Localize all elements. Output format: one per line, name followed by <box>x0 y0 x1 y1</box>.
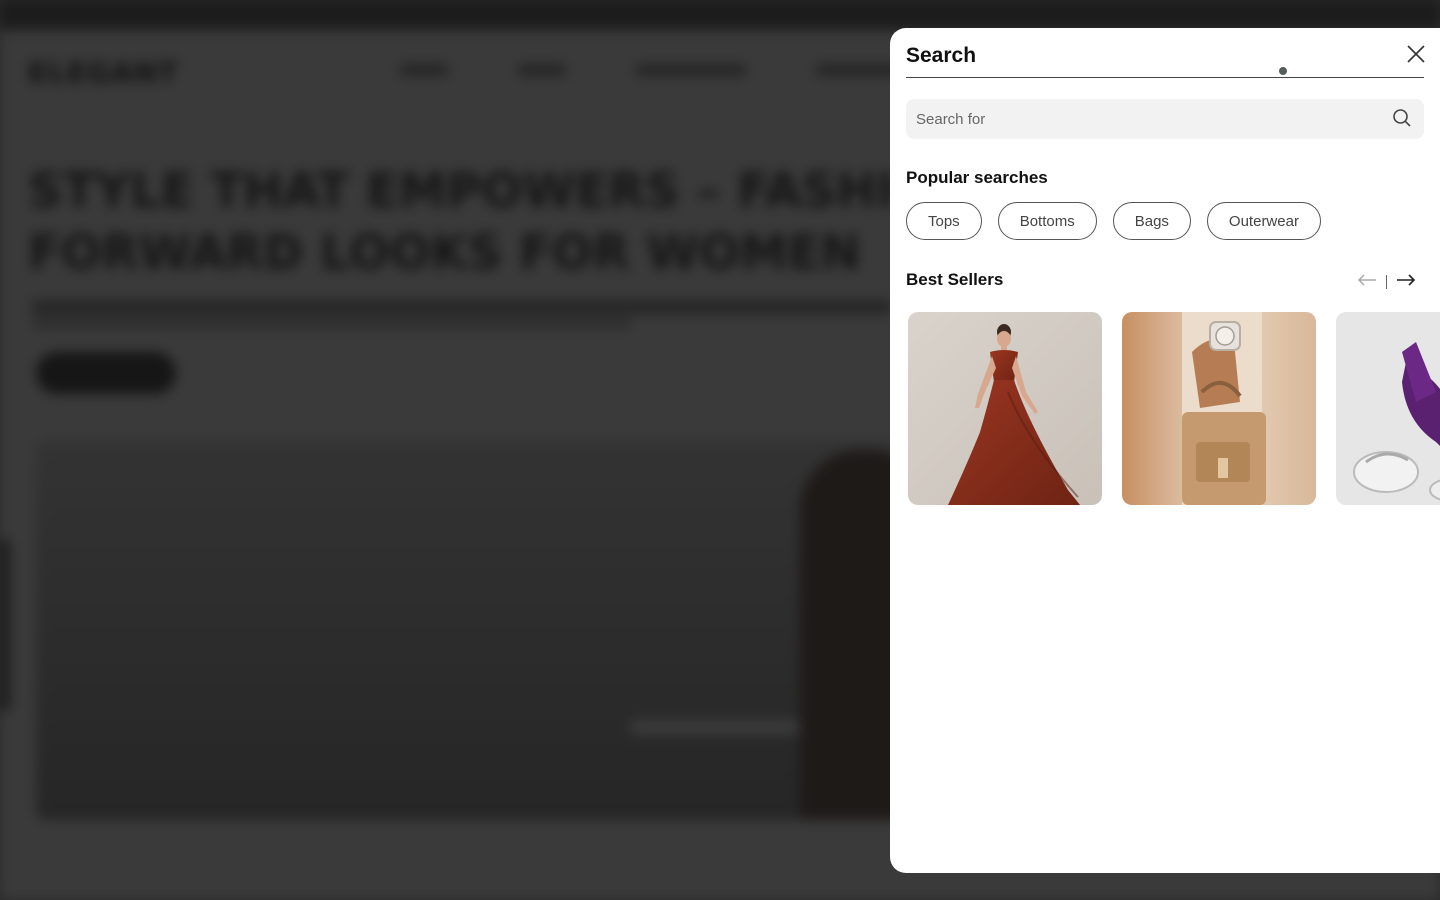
carousel-nav-separator <box>1386 275 1387 289</box>
background-hero-subtitle <box>32 300 892 314</box>
chip-bottoms[interactable]: Bottoms <box>997 202 1097 240</box>
search-icon <box>1392 108 1412 133</box>
popular-searches-list: Tops Bottoms Bags Outerwear <box>906 202 1321 240</box>
header-indicator-dot <box>1279 67 1287 75</box>
close-button[interactable] <box>1402 42 1430 70</box>
search-panel: Search Popular searches Tops Bottoms Bag… <box>890 28 1440 873</box>
product-image-gown <box>908 312 1102 505</box>
product-image-handbag <box>1122 312 1316 505</box>
search-panel-header: Search <box>906 42 1425 78</box>
background-nav <box>400 64 906 76</box>
product-image-trousers <box>1336 312 1440 505</box>
background-logo: ELEGANT <box>28 56 179 89</box>
carousel-next-button[interactable] <box>1395 271 1417 293</box>
best-sellers-title: Best Sellers <box>906 270 1004 289</box>
search-input[interactable] <box>906 99 1376 139</box>
best-sellers-list <box>908 312 1440 505</box>
chip-tops[interactable]: Tops <box>906 202 982 240</box>
background-topbar <box>0 0 1440 30</box>
carousel-prev-button[interactable] <box>1356 271 1378 293</box>
chip-outerwear[interactable]: Outerwear <box>1206 202 1321 240</box>
product-card-gown[interactable] <box>908 312 1102 505</box>
background-edge-tab <box>0 540 10 710</box>
background-cta-button <box>36 352 176 394</box>
chip-bags[interactable]: Bags <box>1112 202 1191 240</box>
background-hero-title: STYLE THAT EMPOWERS – FASHION-FORWARD LO… <box>28 163 996 281</box>
product-card-trousers[interactable] <box>1336 312 1440 505</box>
close-icon <box>1406 44 1426 69</box>
best-sellers-carousel-nav <box>1356 271 1417 293</box>
search-submit-button[interactable] <box>1390 108 1414 132</box>
product-card-handbag[interactable] <box>1122 312 1316 505</box>
background-hero-subtitle-2 <box>32 318 632 328</box>
arrow-right-icon <box>1396 273 1416 292</box>
popular-searches-title: Popular searches <box>906 168 1048 187</box>
arrow-left-icon <box>1357 273 1377 292</box>
background-banner-caption <box>630 720 800 734</box>
search-panel-title: Search <box>906 44 977 67</box>
search-box <box>906 99 1424 139</box>
